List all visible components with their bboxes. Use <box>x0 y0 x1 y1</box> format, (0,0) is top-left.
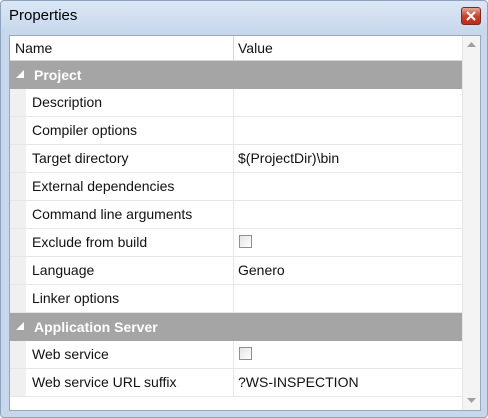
property-name: Web service <box>32 346 109 362</box>
property-rows: Project Description Compiler options Target… <box>10 61 462 397</box>
cell-divider <box>233 229 234 256</box>
property-row[interactable]: Linker options <box>10 285 462 313</box>
category-label: Project <box>34 67 82 83</box>
property-row[interactable]: Compiler options <box>10 117 462 145</box>
cell-divider <box>233 173 234 200</box>
row-gutter <box>10 285 26 312</box>
property-value[interactable]: Genero <box>238 257 285 284</box>
collapse-triangle-icon[interactable] <box>16 70 24 78</box>
property-name: Target directory <box>32 150 129 166</box>
property-name: Language <box>32 262 95 278</box>
cell-divider <box>233 341 234 368</box>
window-title: Properties <box>9 7 78 24</box>
property-row[interactable]: Web service URL suffix ?WS-INSPECTION <box>10 369 462 397</box>
row-gutter <box>10 145 26 172</box>
category-row[interactable]: Project <box>10 61 462 89</box>
property-name: Description <box>32 94 103 110</box>
property-name: Command line arguments <box>32 206 193 222</box>
category-label: Application Server <box>34 319 158 335</box>
category-row[interactable]: Application Server <box>10 313 462 341</box>
column-header-name[interactable]: Name <box>15 36 52 60</box>
scroll-down-arrow-icon <box>467 398 476 403</box>
scroll-up-arrow-icon <box>467 42 476 47</box>
row-gutter <box>10 369 26 396</box>
property-name: Exclude from build <box>32 234 148 250</box>
title-bar[interactable]: Properties <box>1 1 487 31</box>
row-gutter <box>10 201 26 228</box>
grid-header: Name Value <box>10 36 462 61</box>
property-name: Web service URL suffix <box>32 374 177 390</box>
property-row[interactable]: Command line arguments <box>10 201 462 229</box>
collapse-triangle-icon[interactable] <box>16 322 24 330</box>
column-divider[interactable] <box>233 36 234 60</box>
property-checkbox[interactable] <box>239 235 252 248</box>
property-row[interactable]: Web service <box>10 341 462 369</box>
property-row[interactable]: Language Genero <box>10 257 462 285</box>
close-icon <box>466 11 476 21</box>
cell-divider <box>233 89 234 116</box>
cell-divider <box>233 145 234 172</box>
property-name: Linker options <box>32 290 120 306</box>
cell-divider <box>233 201 234 228</box>
row-gutter <box>10 341 26 368</box>
row-gutter <box>10 173 26 200</box>
property-row[interactable]: External dependencies <box>10 173 462 201</box>
property-name: Compiler options <box>32 122 138 138</box>
property-row[interactable]: Description <box>10 89 462 117</box>
row-gutter <box>10 117 26 144</box>
cell-divider <box>233 369 234 396</box>
property-name: External dependencies <box>32 178 175 194</box>
property-row[interactable]: Target directory $(ProjectDir)\bin <box>10 145 462 173</box>
property-value[interactable]: ?WS-INSPECTION <box>238 369 359 396</box>
close-button[interactable] <box>461 7 481 25</box>
property-grid: Name Value Project Description Compiler op… <box>9 35 481 411</box>
cell-divider <box>233 257 234 284</box>
property-value[interactable]: $(ProjectDir)\bin <box>238 145 339 172</box>
properties-window: Properties Name Value Project Description… <box>0 0 488 418</box>
scroll-up-button[interactable] <box>463 36 480 53</box>
cell-divider <box>233 285 234 312</box>
vertical-scrollbar[interactable] <box>462 36 480 410</box>
property-checkbox[interactable] <box>239 347 252 360</box>
column-header-value[interactable]: Value <box>238 36 273 60</box>
row-gutter <box>10 89 26 116</box>
cell-divider <box>233 117 234 144</box>
row-gutter <box>10 229 26 256</box>
scroll-down-button[interactable] <box>463 392 480 409</box>
row-gutter <box>10 257 26 284</box>
property-row[interactable]: Exclude from build <box>10 229 462 257</box>
